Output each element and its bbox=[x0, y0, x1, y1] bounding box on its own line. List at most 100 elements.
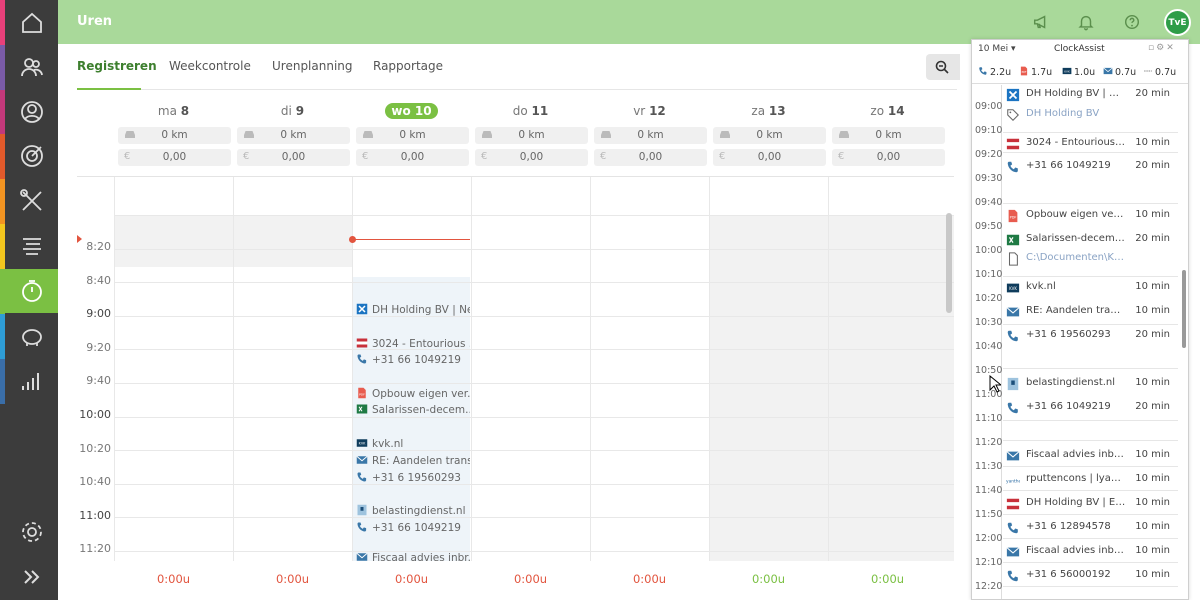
list-item[interactable]: +31 6 19560293 20 min bbox=[1006, 329, 1176, 344]
day-header-vr[interactable]: vr 12 bbox=[590, 104, 709, 118]
list-item[interactable]: Fiscaal advies inbren... 10 min bbox=[1006, 545, 1176, 560]
tab-rapportage[interactable]: Rapportage bbox=[373, 59, 443, 73]
item-label: C:\Documenten\Klanten\Hou... bbox=[1026, 252, 1126, 263]
grid-row-line bbox=[114, 416, 954, 418]
expense-field[interactable]: €0,00 bbox=[118, 149, 231, 166]
day-header-ma[interactable]: ma 8 bbox=[114, 104, 233, 118]
km-field[interactable]: 0 km bbox=[713, 127, 826, 144]
list-item[interactable]: +31 6 56000192 10 min bbox=[1006, 569, 1176, 584]
calendar-event[interactable]: 3024 - Entourious ... bbox=[356, 337, 470, 352]
sidebar-item-users[interactable] bbox=[5, 45, 58, 89]
list-item[interactable]: DH Holding BV | Nex... 20 min bbox=[1006, 88, 1176, 103]
day-header-do[interactable]: do 11 bbox=[471, 104, 590, 118]
sidebar-item-planning[interactable] bbox=[5, 224, 58, 268]
sidebar-item-user[interactable] bbox=[5, 90, 58, 134]
event-label: +31 6 19560293 bbox=[372, 472, 461, 484]
sidebar-item-expand[interactable] bbox=[5, 555, 58, 599]
calendar-event[interactable]: +31 66 1049219 bbox=[356, 353, 470, 368]
calendar-event[interactable]: Fiscaal advies inbr... bbox=[356, 551, 470, 561]
km-field[interactable]: 0 km bbox=[237, 127, 350, 144]
item-duration: 20 min bbox=[1135, 160, 1170, 171]
calendar-grid[interactable]: 8:20 8:40 9:00 9:20 9:40 10:00 10:20 10:40 11:00… bbox=[77, 176, 954, 561]
calendar-event[interactable]: Salarissen-decem... bbox=[356, 403, 470, 418]
km-value: 0 km bbox=[399, 129, 426, 141]
sidebar-item-tools[interactable] bbox=[5, 179, 58, 223]
grid-column-line bbox=[233, 177, 234, 561]
minimize-icon[interactable]: ▫ bbox=[1148, 43, 1156, 53]
km-field[interactable]: 0 km bbox=[118, 127, 231, 144]
sidebar-item-home[interactable] bbox=[5, 0, 58, 44]
list-item[interactable]: +31 66 1049219 20 min bbox=[1006, 160, 1176, 175]
calendar-event[interactable]: RE: Aandelen trans... bbox=[356, 454, 470, 469]
km-field[interactable]: 0 km bbox=[594, 127, 707, 144]
list-item[interactable]: +31 66 1049219 20 min bbox=[1006, 401, 1176, 416]
phone-icon bbox=[978, 66, 988, 76]
bell-icon[interactable] bbox=[1077, 13, 1095, 31]
km-field[interactable]: 0 km bbox=[356, 127, 469, 144]
help-icon[interactable] bbox=[1123, 13, 1141, 31]
tab-urenplanning[interactable]: Urenplanning bbox=[272, 59, 353, 73]
day-header-za[interactable]: za 13 bbox=[709, 104, 828, 118]
calendar-event[interactable]: belastingdienst.nl bbox=[356, 504, 470, 519]
clockassist-scrollbar[interactable] bbox=[1182, 270, 1186, 348]
list-item[interactable]: 3024 - Entourious | ... 10 min bbox=[1006, 137, 1176, 152]
day-total: 0:00u bbox=[275, 572, 310, 586]
tab-registreren[interactable]: Registreren bbox=[77, 59, 157, 73]
expense-field[interactable]: €0,00 bbox=[713, 149, 826, 166]
clockassist-date-select[interactable]: 10 Mei ▾ bbox=[978, 44, 1016, 54]
list-divider bbox=[1003, 324, 1178, 325]
day-header-zo[interactable]: zo 14 bbox=[828, 104, 947, 118]
sidebar-item-target[interactable] bbox=[5, 134, 58, 178]
settings-icon[interactable]: ⚙ bbox=[1156, 43, 1166, 53]
calendar-event[interactable]: +31 6 19560293 bbox=[356, 471, 470, 486]
sidebar-item-stopwatch[interactable] bbox=[5, 269, 58, 313]
km-field[interactable]: 0 km bbox=[832, 127, 945, 144]
day-header-di[interactable]: di 9 bbox=[233, 104, 352, 118]
list-item[interactable]: KVK kvk.nl 10 min bbox=[1006, 281, 1176, 296]
calendar-event[interactable]: +31 66 1049219 bbox=[356, 521, 470, 536]
grid-row-line bbox=[114, 383, 954, 384]
sidebar-item-piggybank[interactable] bbox=[5, 314, 58, 358]
expense-field[interactable]: €0,00 bbox=[237, 149, 350, 166]
window-controls[interactable]: ▫⚙✕ bbox=[1148, 43, 1176, 53]
calendar-event[interactable]: PDF Opbouw eigen ver... bbox=[356, 387, 470, 402]
close-icon[interactable]: ✕ bbox=[1166, 43, 1176, 53]
timeline-label: 11:50 bbox=[975, 509, 1003, 520]
list-item[interactable]: Fiscaal advies inbren... 10 min bbox=[1006, 449, 1176, 464]
zoom-button[interactable] bbox=[926, 54, 960, 80]
app-title: Uren bbox=[77, 14, 113, 29]
list-item[interactable]: belastingdienst.nl 10 min bbox=[1006, 377, 1176, 392]
sidebar-item-gear[interactable] bbox=[5, 510, 58, 554]
list-item[interactable]: Salarissen-december 20 min bbox=[1006, 233, 1176, 248]
expense-field[interactable]: €0,00 bbox=[594, 149, 707, 166]
list-item[interactable]: +31 6 12894578 10 min bbox=[1006, 521, 1176, 536]
item-label: Opbouw eigen verm... bbox=[1026, 209, 1126, 220]
item-label: +31 66 1049219 bbox=[1026, 401, 1111, 412]
list-item[interactable]: lyanthe rputtencons | lyanthe 10 min bbox=[1005, 473, 1176, 488]
planning-icon bbox=[22, 238, 41, 255]
expense-field[interactable]: €0,00 bbox=[475, 149, 588, 166]
timeline-label: 09:20 bbox=[975, 149, 1003, 160]
summary-item: 0.7u bbox=[1103, 66, 1136, 78]
calendar-event[interactable]: KVK kvk.nl bbox=[356, 437, 470, 452]
avatar[interactable]: TvE bbox=[1164, 9, 1191, 36]
item-duration: 10 min bbox=[1135, 209, 1170, 220]
expense-field[interactable]: €0,00 bbox=[356, 149, 469, 166]
megaphone-icon[interactable] bbox=[1032, 13, 1050, 31]
list-item[interactable]: DH Holding BV | Exact 10 min bbox=[1006, 497, 1176, 512]
day-header-wo[interactable]: wo 10 bbox=[352, 103, 471, 119]
expense-field[interactable]: €0,00 bbox=[832, 149, 945, 166]
grid-scrollbar[interactable] bbox=[946, 213, 952, 313]
km-field[interactable]: 0 km bbox=[475, 127, 588, 144]
list-item[interactable]: RE: Aandelen transa... 10 min bbox=[1006, 305, 1176, 320]
list-item-detail[interactable]: DH Holding BV bbox=[1006, 108, 1176, 123]
item-duration: 20 min bbox=[1135, 329, 1170, 340]
now-line bbox=[352, 239, 470, 240]
calendar-event[interactable]: DH Holding BV | Ne... bbox=[356, 303, 470, 318]
list-item-detail[interactable]: C:\Documenten\Klanten\Hou... bbox=[1006, 252, 1176, 267]
timeline-label: 09:00 bbox=[975, 101, 1003, 112]
active-tab-indicator bbox=[77, 88, 141, 90]
list-item[interactable]: PDF Opbouw eigen verm... 10 min bbox=[1006, 209, 1176, 224]
tab-weekcontrole[interactable]: Weekcontrole bbox=[169, 59, 251, 73]
sidebar-item-chart[interactable] bbox=[5, 359, 58, 403]
